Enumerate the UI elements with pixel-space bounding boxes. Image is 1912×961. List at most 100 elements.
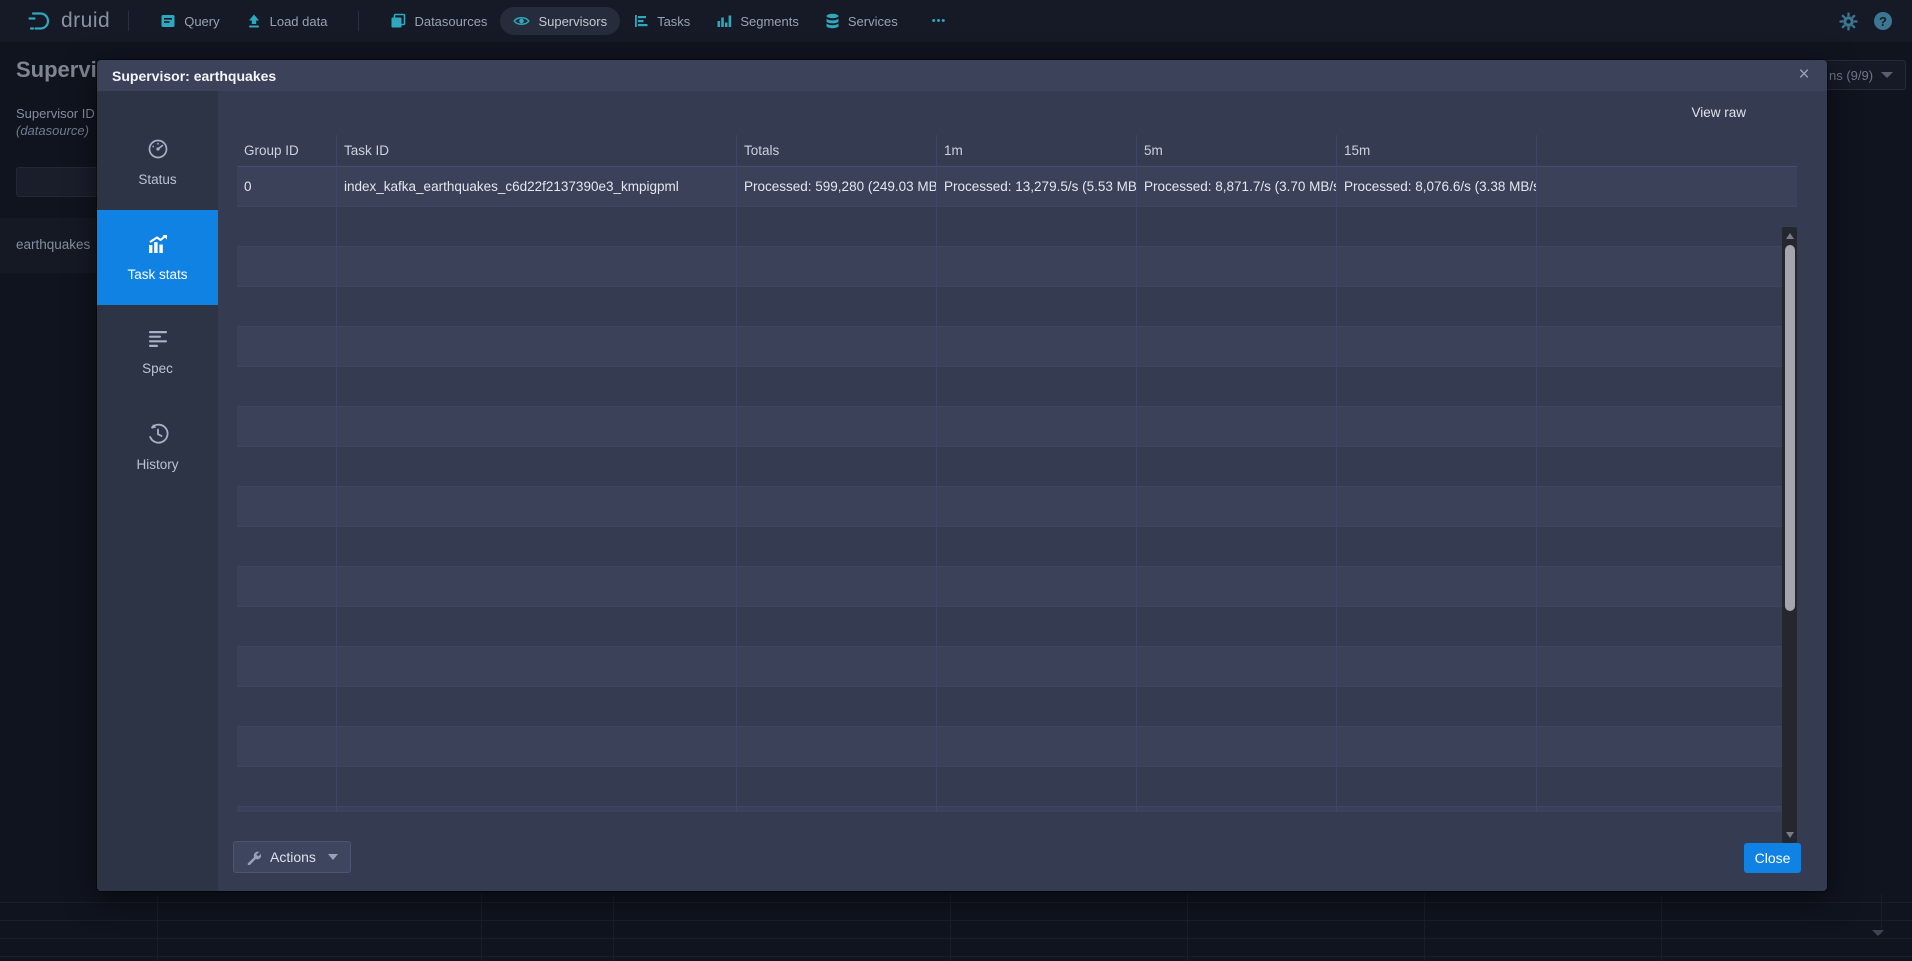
cell-empty [1537,247,1797,287]
nav-item-label: Supervisors [538,14,607,29]
dialog-tab-sidebar: Status Task stats [97,91,218,891]
nav-item-label: Load data [270,14,328,29]
table-row-empty [237,207,1797,247]
cell-empty [937,367,1137,407]
cell-empty [937,567,1137,607]
cell-empty [937,327,1137,367]
cell-empty [1537,607,1797,647]
cell-empty [337,487,737,527]
table-row-empty [237,247,1797,287]
cell-empty [337,247,737,287]
nav-item-label: Query [184,14,219,29]
scroll-up-arrow-icon[interactable] [1786,233,1794,239]
nav-divider [358,11,359,31]
close-icon[interactable]: × [1791,62,1817,88]
cell-empty [737,287,937,327]
cell-empty [1337,207,1537,247]
cell-empty [337,447,737,487]
cell-empty [237,647,337,687]
gauge-icon [147,138,169,165]
column-header[interactable]: 15m [1337,135,1537,167]
column-header[interactable]: Totals [737,135,937,167]
cell-empty [1337,247,1537,287]
cell-empty [337,567,737,607]
cell-empty [1337,487,1537,527]
close-button[interactable]: Close [1744,843,1801,873]
cell-empty [737,807,937,812]
cell-task-id: index_kafka_earthquakes_c6d22f2137390e3_… [337,167,737,207]
cell-empty [737,607,937,647]
nav-item-tasks[interactable]: Tasks [620,7,703,35]
columns-dropdown-label: ns (9/9) [1829,68,1873,83]
chevron-down-icon [328,854,338,860]
scroll-down-arrow-icon[interactable] [1786,832,1794,838]
tab-task-stats[interactable]: Task stats [97,210,218,305]
cell-empty [337,527,737,567]
cell-empty [337,367,737,407]
cell-empty [1537,407,1797,447]
cell-empty [937,647,1137,687]
cell-empty [337,687,737,727]
cell-empty [237,687,337,727]
cell-empty [337,207,737,247]
bg-grid-line [1881,894,1882,934]
nav-item-datasources[interactable]: Datasources [377,7,500,35]
view-raw-link[interactable]: View raw [1691,105,1746,120]
column-header[interactable]: Task ID [337,135,737,167]
cell-empty [937,407,1137,447]
cell-empty [1337,607,1537,647]
column-header[interactable]: Group ID [237,135,337,167]
cell-empty [937,687,1137,727]
eye-icon [513,13,530,29]
tab-label: History [136,457,178,472]
cell-empty [1137,567,1337,607]
column-header[interactable]: 1m [937,135,1137,167]
nav-item-more[interactable]: ••• [911,9,960,33]
cell-empty [1337,807,1537,812]
cell-empty [1537,567,1797,607]
tab-spec[interactable]: Spec [97,305,218,400]
table-row-empty [237,687,1797,727]
nav-item-services[interactable]: Services [812,7,911,35]
cell-empty [1137,727,1337,767]
segments-icon [716,13,732,29]
brand-name: druid [61,9,110,33]
cell-empty [1537,447,1797,487]
cell-empty [1137,807,1337,812]
tab-status[interactable]: Status [97,115,218,210]
cell-empty [237,767,337,807]
nav-item-segments[interactable]: Segments [703,7,812,35]
scrollbar-thumb[interactable] [1785,245,1795,611]
column-header[interactable]: 5m [1137,135,1337,167]
vertical-scrollbar[interactable] [1782,227,1797,843]
cell-empty [737,647,937,687]
cell-empty [337,287,737,327]
actions-button[interactable]: Actions [233,841,351,873]
cell-empty [1337,647,1537,687]
tab-history[interactable]: History [97,400,218,495]
cell-empty [1537,367,1797,407]
upload-icon [246,13,262,29]
gear-icon[interactable] [1839,12,1858,31]
tab-label: Status [138,172,176,187]
cell-empty [1537,647,1797,687]
nav-item-supervisors[interactable]: Supervisors [500,7,620,35]
cell-empty [737,767,937,807]
cell-empty [737,407,937,447]
nav-item-load-data[interactable]: Load data [233,7,341,35]
cell-empty [937,247,1137,287]
druid-logo[interactable]: druid [26,9,110,33]
help-icon[interactable]: ? [1874,12,1892,30]
pagination-chevron-icon[interactable] [1872,930,1884,936]
cell-empty [1337,327,1537,367]
table-row[interactable]: 0 index_kafka_earthquakes_c6d22f2137390e… [237,167,1797,207]
cell-empty [337,647,737,687]
cell-5m: Processed: 8,871.7/s (3.70 MB/s) [1137,167,1337,207]
cell-empty [1137,767,1337,807]
cell-empty [237,487,337,527]
cell-empty [1137,407,1337,447]
cell-empty [937,487,1137,527]
column-header-filler [1537,135,1797,167]
nav-item-query[interactable]: Query [147,7,232,35]
bg-grid-line [0,938,1912,939]
